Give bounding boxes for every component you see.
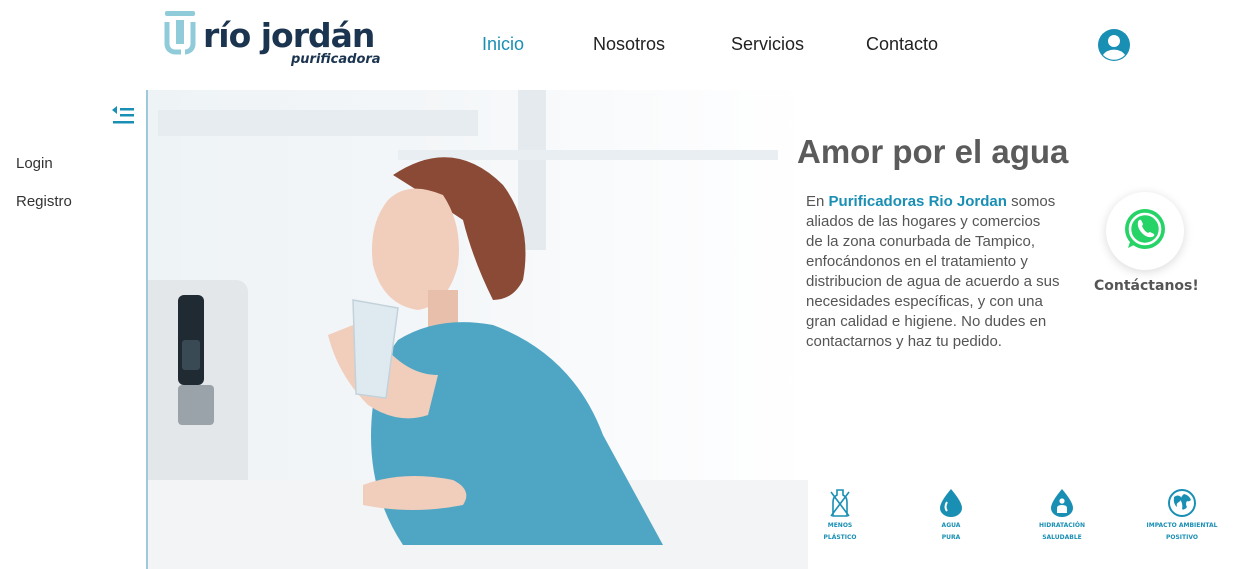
healthy-hydration-icon (1051, 489, 1073, 517)
nav-servicios[interactable]: Servicios (731, 34, 804, 55)
site-header: río jordán purificadora Inicio Nosotros … (0, 0, 1260, 90)
hero-intro: En (806, 193, 825, 210)
nav-contacto[interactable]: Contacto (866, 34, 938, 55)
feature-label: HIDRATACIÓN (1038, 522, 1086, 529)
sidebar-link-registro[interactable]: Registro (16, 193, 72, 210)
whatsapp-icon (1125, 209, 1165, 249)
feature-label: SALUDABLE (1042, 534, 1082, 541)
water-drop-icon (940, 489, 962, 517)
feature-label: PLÁSTICO (823, 534, 857, 541)
feature-impacto-ambiental: IMPACTO AMBIENTAL POSITIVO (1137, 488, 1227, 542)
feature-label: IMPACTO AMBIENTAL (1146, 522, 1218, 529)
feature-agua-pura: AGUA PURA (906, 488, 996, 542)
whatsapp-button[interactable] (1106, 192, 1184, 270)
no-plastic-bottle-icon (830, 489, 850, 517)
globe-icon (1168, 489, 1196, 517)
hero-body: somos aliados de las hogares y comercios… (806, 193, 1060, 350)
feature-label: PURA (941, 534, 961, 541)
user-circle-icon[interactable] (1097, 28, 1131, 62)
nav-inicio[interactable]: Inicio (482, 34, 524, 55)
collapse-menu-icon[interactable] (111, 104, 135, 126)
sidebar: Login Registro (0, 90, 148, 569)
logo-mark-icon (164, 11, 196, 55)
whatsapp-label[interactable]: Contáctanos! (1094, 278, 1199, 294)
feature-menos-plastico: MENOS PLÁSTICO (795, 488, 885, 542)
brand-logo[interactable]: río jordán purificadora (163, 10, 383, 72)
feature-label: MENOS (827, 522, 853, 529)
hero-paragraph: En Purificadoras Rio Jordan somos aliado… (806, 192, 1061, 352)
hero-headline: Amor por el agua (797, 133, 1069, 170)
feature-label: POSITIVO (1165, 534, 1198, 541)
brand-subtitle: purificadora (291, 52, 381, 67)
feature-label: AGUA (941, 522, 961, 529)
brand-name: río jordán (203, 16, 375, 55)
sidebar-link-login[interactable]: Login (16, 155, 53, 172)
feature-hidratacion-saludable: HIDRATACIÓN SALUDABLE (1017, 488, 1107, 542)
hero-brand-highlight: Purificadoras Rio Jordan (828, 193, 1007, 210)
hero-image (148, 90, 808, 569)
nav-nosotros[interactable]: Nosotros (593, 34, 665, 55)
